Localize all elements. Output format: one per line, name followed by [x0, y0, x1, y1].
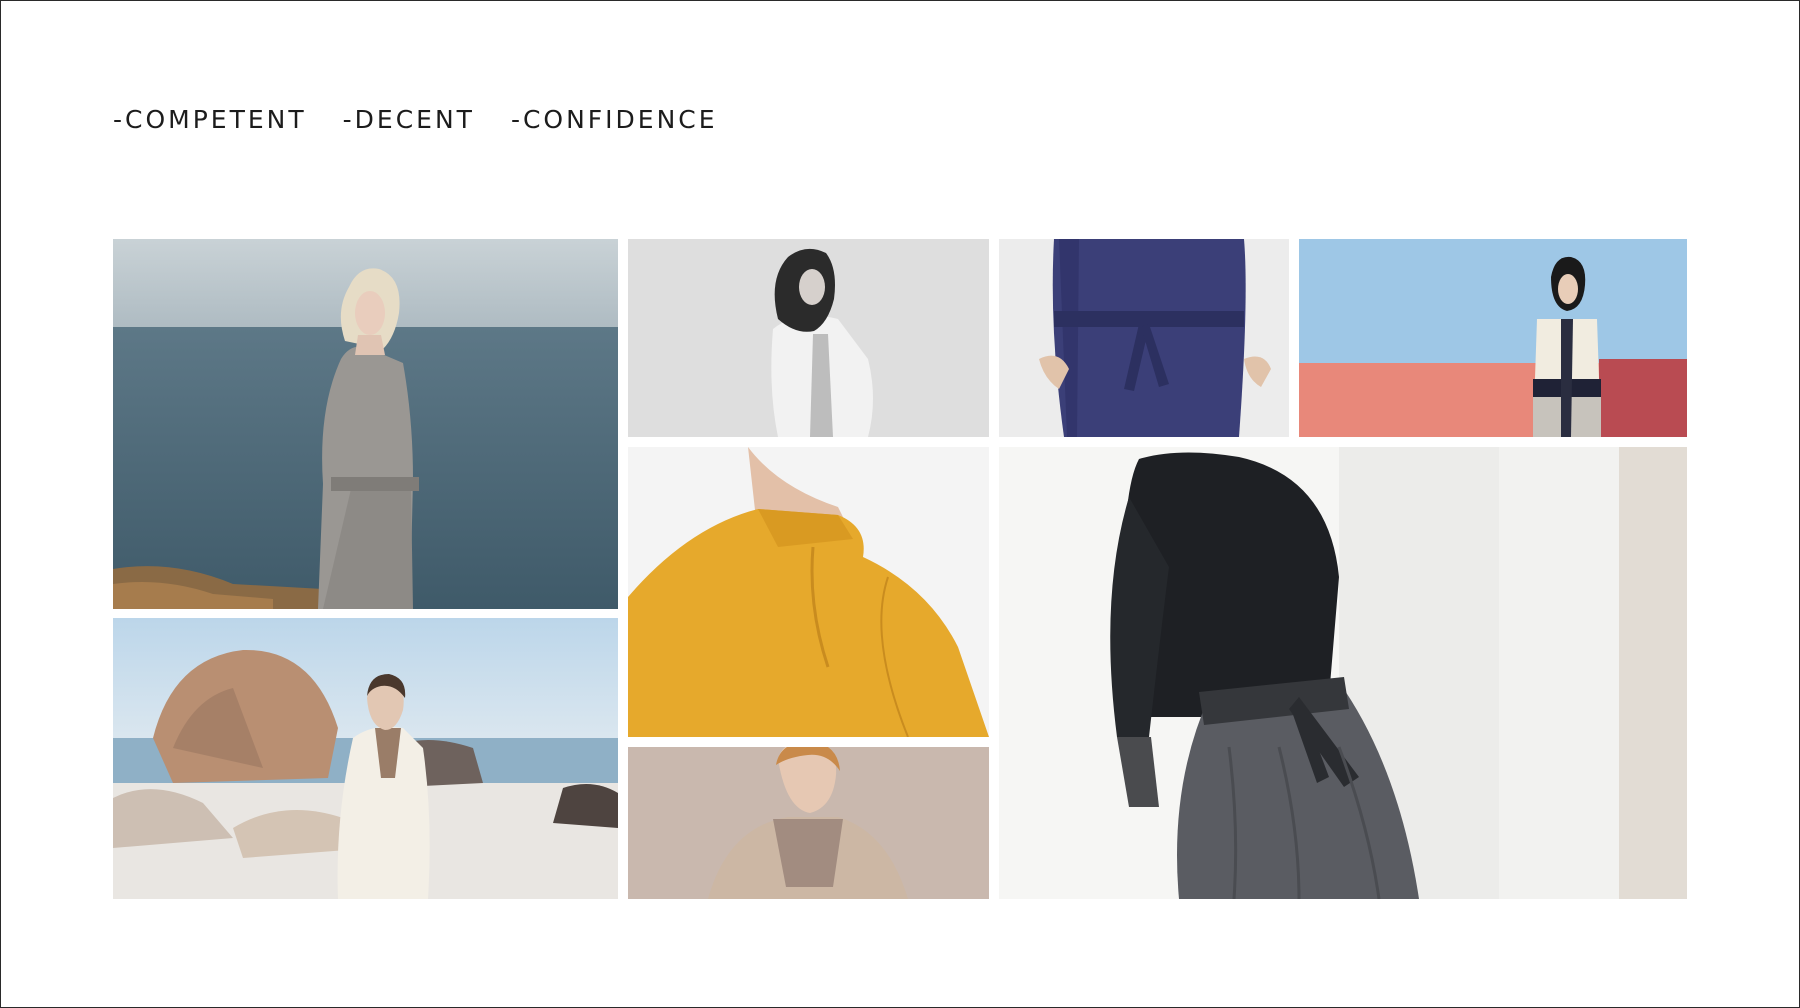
- keyword-confidence: -CONFIDENCE: [510, 105, 718, 134]
- keyword-competent: -COMPETENT: [113, 105, 307, 134]
- photo-colorblock-coat: [1299, 239, 1687, 437]
- photo-camel-coat-portrait: [628, 747, 989, 899]
- photo-seaside-grey-suit: [113, 239, 618, 609]
- slide-frame: -COMPETENT -DECENT -CONFIDENCE: [0, 0, 1800, 1008]
- photo-mustard-collar: [628, 447, 989, 737]
- photo-beach-white-coat: [113, 618, 618, 899]
- photo-black-knit-grey-skirt: [999, 447, 1687, 899]
- photo-navy-belted-dress: [999, 239, 1289, 437]
- keyword-row: -COMPETENT -DECENT -CONFIDENCE: [113, 105, 718, 134]
- keyword-decent: -DECENT: [342, 105, 475, 134]
- photo-white-jacket-bw: [628, 239, 989, 437]
